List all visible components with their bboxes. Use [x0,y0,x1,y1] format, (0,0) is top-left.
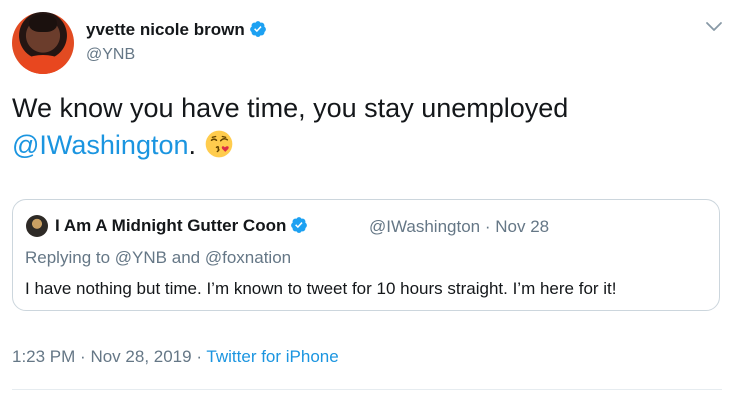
tweet-card: yvette nicole brown @YNB We know you hav… [0,0,740,400]
divider [12,389,722,390]
quoted-date: Nov 28 [495,217,550,236]
tweet-footer: 1:23 PM · Nov 28, 2019 · Twitter for iPh… [12,347,339,367]
author-display-name[interactable]: yvette nicole brown [86,20,267,40]
quoted-display-name: I Am A Midnight Gutter Coon [55,216,308,236]
tweet-date[interactable]: Nov 28, 2019 [90,347,191,366]
quoted-separator: · [484,217,491,236]
replying-handle-2: @foxnation [204,248,292,267]
face-blowing-kiss-icon [205,130,233,158]
author-handle[interactable]: @YNB [86,46,135,64]
tweet-text: We know you have time, you stay unemploy… [12,90,722,164]
quoted-replying-to: Replying to @YNB and @foxnation [25,248,291,268]
tweet-text-main: We know you have time, you stay unemploy… [12,93,569,123]
chevron-down-icon[interactable] [704,16,724,36]
tweet-source-link[interactable]: Twitter for iPhone [206,347,338,366]
quoted-tweet-card[interactable]: I Am A Midnight Gutter Coon @IWashington… [12,199,720,311]
tweet-text-end: . [188,130,197,160]
avatar-shoulders [18,55,68,74]
tweet-mention-link[interactable]: @IWashington [12,130,189,160]
author-avatar[interactable] [12,12,74,74]
replying-joiner: and [171,248,201,267]
quoted-handle: @IWashington [369,217,481,236]
quoted-tweet-text: I have nothing but time. I’m known to tw… [25,279,617,298]
avatar-hair [29,14,57,32]
tweet-timestamp[interactable]: 1:23 PM [12,347,75,366]
footer-separator: · [80,347,86,366]
quoted-name-text: I Am A Midnight Gutter Coon [55,216,287,235]
author-name-text: yvette nicole brown [86,20,245,39]
footer-separator: · [196,347,202,366]
quoted-author-avatar [26,215,48,237]
verified-badge-icon [291,217,308,233]
verified-badge-icon [249,21,266,37]
replying-handle-1: @YNB [114,248,168,267]
replying-prefix: Replying to [25,248,111,267]
quoted-meta: @IWashington · Nov 28 [369,217,549,237]
